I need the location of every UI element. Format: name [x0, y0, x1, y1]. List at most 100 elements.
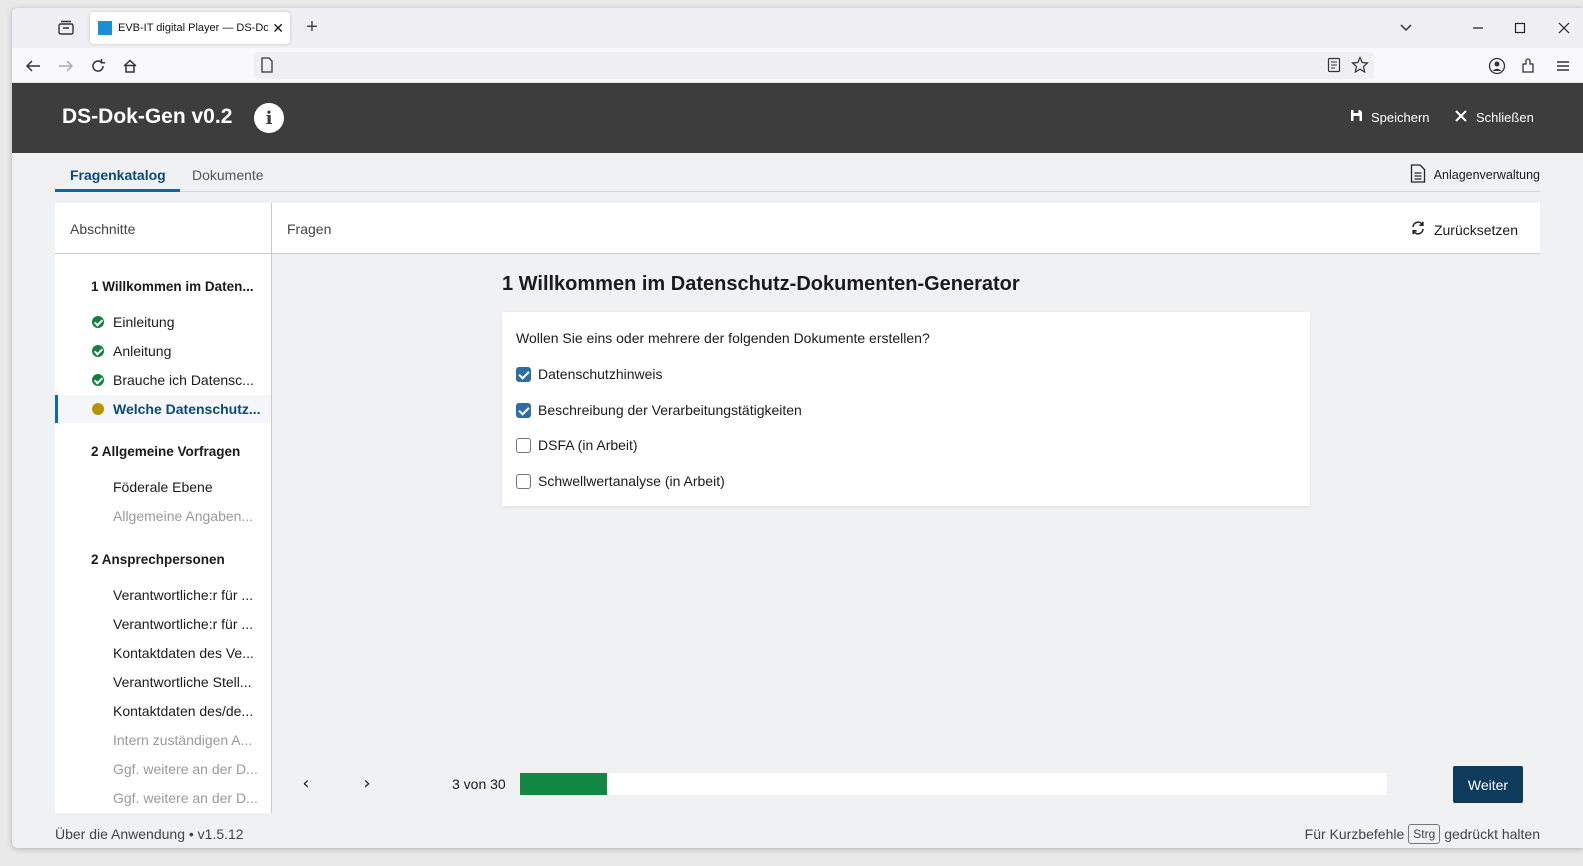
favicon-icon	[98, 21, 112, 35]
option-verarbeitungstaetigkeiten[interactable]: Beschreibung der Verarbeitungstätigkeite…	[516, 402, 802, 418]
reset-button[interactable]: Zurücksetzen	[1410, 220, 1518, 239]
close-icon	[1454, 109, 1468, 126]
sidebar-item-kontaktdaten-desde[interactable]: Kontaktdaten des/de...	[55, 697, 271, 725]
footer: Über die Anwendung • v1.5.12 Für Kurzbef…	[55, 820, 1540, 848]
sidebar-item-kontaktdaten-ve[interactable]: Kontaktdaten des Ve...	[55, 639, 271, 667]
attachments-button[interactable]: Anlagenverwaltung	[1410, 164, 1540, 186]
progress-bar	[520, 773, 1387, 795]
save-label: Speichern	[1371, 109, 1430, 125]
pager: ‹ › 3 von 30 Weiter	[272, 764, 1540, 804]
sections-heading: Abschnitte	[70, 221, 136, 237]
browser-tab[interactable]: EVB-IT digital Player — DS-Dok ✕	[90, 12, 290, 44]
browser-navbar	[12, 48, 1583, 83]
sidebar-item-label: Einleitung	[113, 314, 175, 330]
previous-page-icon[interactable]: ‹	[296, 773, 316, 794]
shortcut-hint-prefix: Für Kurzbefehle	[1304, 826, 1405, 842]
checkbox-unchecked[interactable]	[516, 437, 531, 453]
sidebar-item-anleitung[interactable]: Anleitung	[55, 337, 271, 365]
question-prompt: Wollen Sie eins oder mehrere der folgend…	[516, 330, 930, 346]
sidebar-item-ggf-weitere-1: Ggf. weitere an der D...	[55, 755, 271, 783]
sidebar-item-label: Ggf. weitere an der D...	[113, 790, 258, 806]
option-datenschutzhinweis[interactable]: Datenschutzhinweis	[516, 366, 663, 382]
questions-heading: Fragen	[287, 221, 332, 237]
attachments-label: Anlagenverwaltung	[1433, 168, 1540, 182]
document-icon	[1410, 164, 1426, 186]
section-title: 1 Willkommen im Daten...	[91, 279, 254, 294]
page-counter: 3 von 30	[452, 776, 506, 792]
reload-icon[interactable]	[87, 55, 109, 77]
check-circle-icon	[92, 316, 104, 328]
strg-key: Strg	[1408, 824, 1441, 844]
option-label: DSFA (in Arbeit)	[538, 437, 638, 453]
minimize-icon[interactable]	[1466, 16, 1490, 40]
url-bar[interactable]	[254, 52, 1374, 79]
save-button[interactable]: Speichern	[1350, 109, 1430, 125]
new-tab-button[interactable]: +	[300, 16, 324, 39]
sidebar-item-ggf-weitere-2: Ggf. weitere an der D...	[55, 784, 271, 812]
about-link[interactable]: Über die Anwendung • v1.5.12	[55, 826, 244, 842]
reader-view-icon[interactable]	[1326, 57, 1342, 78]
browser-window: EVB-IT digital Player — DS-Dok ✕ + DS-Do…	[12, 8, 1583, 848]
sidebar-item-label: Ggf. weitere an der D...	[113, 761, 258, 777]
close-label: Schließen	[1476, 110, 1534, 125]
extensions-icon[interactable]	[1518, 55, 1540, 77]
sidebar-item-verantwortliche-2[interactable]: Verantwortliche:r für ...	[55, 610, 271, 638]
section-title: 2 Allgemeine Vorfragen	[91, 444, 241, 459]
sidebar-item-welche-dokumente[interactable]: Welche Datenschutz...	[55, 395, 271, 423]
checkbox-checked[interactable]	[516, 366, 531, 382]
browser-tab-title: EVB-IT digital Player — DS-Dok	[118, 22, 269, 34]
checkbox-checked[interactable]	[516, 402, 531, 418]
sidebar-item-intern-zustaendig: Intern zuständigen A...	[55, 726, 271, 754]
option-schwellwertanalyse[interactable]: Schwellwertanalyse (in Arbeit)	[516, 473, 725, 489]
close-tab-icon[interactable]: ✕	[272, 20, 284, 37]
close-window-icon[interactable]	[1552, 16, 1576, 40]
section-title: 2 Ansprechpersonen	[91, 552, 225, 567]
save-icon	[1350, 109, 1363, 125]
tab-fragenkatalog[interactable]: Fragenkatalog	[55, 153, 180, 192]
main-panel: Abschnitte Fragen Zurücksetzen 1 Willkom…	[55, 203, 1540, 813]
next-page-icon[interactable]: ›	[357, 773, 377, 794]
sidebar-item-foederale-ebene[interactable]: Föderale Ebene	[55, 473, 271, 501]
next-button[interactable]: Weiter	[1453, 766, 1523, 803]
close-button[interactable]: Schließen	[1454, 109, 1534, 126]
tab-list-chevron-icon[interactable]	[1396, 18, 1416, 38]
account-icon[interactable]	[1486, 55, 1508, 77]
sidebar-item-brauche-ich[interactable]: Brauche ich Datensc...	[55, 366, 271, 394]
maximize-icon[interactable]	[1508, 16, 1532, 40]
question-card: Wollen Sie eins oder mehrere der folgend…	[502, 312, 1310, 506]
question-area: 1 Willkommen im Datenschutz-Dokumenten-G…	[272, 254, 1540, 813]
sidebar-item-label: Brauche ich Datensc...	[113, 372, 254, 388]
check-circle-icon	[92, 374, 104, 386]
sections-sidebar: 1 Willkommen im Daten... Einleitung Anle…	[55, 254, 271, 813]
sidebar-item-label: Allgemeine Angaben...	[113, 508, 254, 524]
app-header: DS-Dok-Gen v0.2 i Speichern Schließen	[12, 83, 1583, 153]
sidebar-item-label: Kontaktdaten des Ve...	[113, 645, 254, 661]
shortcut-hint-suffix: gedrückt halten	[1444, 826, 1540, 842]
tab-overview-icon[interactable]	[56, 18, 76, 38]
page-icon	[260, 57, 274, 78]
app-title: DS-Dok-Gen v0.2	[62, 105, 233, 128]
home-icon[interactable]	[119, 55, 141, 77]
tab-dokumente[interactable]: Dokumente	[192, 153, 264, 192]
in-progress-dot-icon	[92, 403, 104, 415]
checkbox-unchecked[interactable]	[516, 473, 531, 489]
sidebar-item-label: Verantwortliche:r für ...	[113, 616, 254, 632]
progress-fill	[520, 773, 607, 795]
sidebar-item-allgemeine-angaben: Allgemeine Angaben...	[55, 502, 271, 530]
sidebar-item-label: Intern zuständigen A...	[113, 732, 253, 748]
option-label: Datenschutzhinweis	[538, 366, 663, 382]
option-dsfa[interactable]: DSFA (in Arbeit)	[516, 437, 638, 453]
sidebar-item-label: Föderale Ebene	[113, 479, 213, 495]
app-tabs: Fragenkatalog Dokumente Anlagenverwaltun…	[55, 153, 1540, 192]
option-label: Schwellwertanalyse (in Arbeit)	[538, 473, 725, 489]
info-icon[interactable]: i	[254, 103, 284, 133]
back-arrow-icon[interactable]	[22, 55, 44, 77]
sidebar-item-label: Verantwortliche Stell...	[113, 674, 252, 690]
bookmark-star-icon[interactable]	[1351, 56, 1369, 79]
forward-arrow-icon[interactable]	[55, 55, 77, 77]
sidebar-item-label: Verantwortliche:r für ...	[113, 587, 254, 603]
sidebar-item-verantwortliche-stelle[interactable]: Verantwortliche Stell...	[55, 668, 271, 696]
menu-icon[interactable]	[1552, 55, 1574, 77]
sidebar-item-verantwortliche-1[interactable]: Verantwortliche:r für ...	[55, 581, 271, 609]
sidebar-item-einleitung[interactable]: Einleitung	[55, 308, 271, 336]
